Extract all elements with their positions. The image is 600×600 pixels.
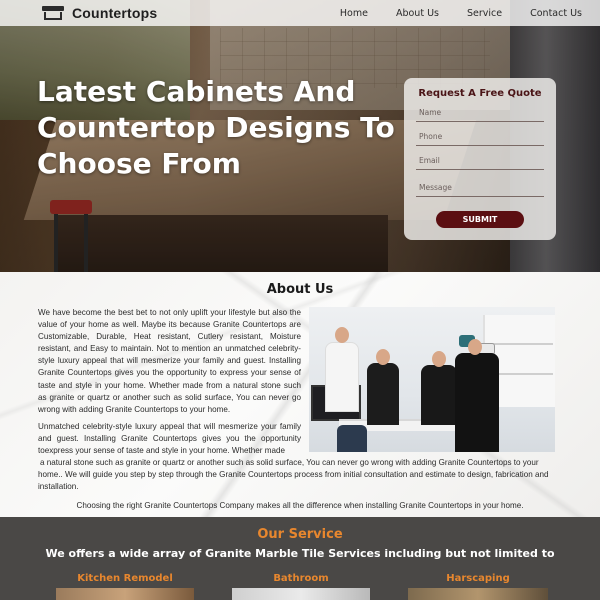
service-card-bathroom[interactable]: Bathroom <box>232 573 370 584</box>
hero-title: Latest Cabinets And Countertop Designs T… <box>37 75 395 180</box>
team-photo <box>309 307 555 452</box>
person-image <box>367 363 399 425</box>
person-head <box>468 339 482 355</box>
about-closing-text: Choosing the right Granite Countertops C… <box>76 501 524 510</box>
top-navbar: Countertops Home About Us Service Contac… <box>0 0 600 26</box>
nav-menu: Home About Us Service Contact Us <box>326 0 582 26</box>
person-head <box>432 351 446 367</box>
person-head <box>376 349 390 365</box>
nav-link-contact-us[interactable]: Contact Us <box>516 8 582 19</box>
nav-link-home[interactable]: Home <box>326 8 382 19</box>
person-image <box>325 342 359 412</box>
about-paragraph: Unmatched celebrity-style luxury appeal … <box>38 422 301 456</box>
about-paragraph: We have become the best bet to not only … <box>38 308 301 414</box>
service-section: Our Service We offers a wide array of Gr… <box>0 517 600 600</box>
name-field[interactable]: Name <box>416 107 544 122</box>
about-heading: About Us <box>266 282 334 297</box>
countertop-logo-icon <box>40 4 66 22</box>
logo-text: Countertops <box>72 5 158 21</box>
nav-link-about-us[interactable]: About Us <box>382 8 453 19</box>
service-subheading: We offers a wide array of Granite Marble… <box>45 547 555 560</box>
message-field[interactable]: Message <box>416 182 544 197</box>
nav-link-service[interactable]: Service <box>453 8 516 19</box>
bathroom-thumbnail[interactable] <box>232 588 370 600</box>
quote-form-heading: Request A Free Quote <box>418 88 542 99</box>
person-image <box>455 353 499 452</box>
service-card-harscaping[interactable]: Harscaping <box>408 573 548 584</box>
quote-form: Request A Free Quote Name Phone Email Me… <box>404 78 556 240</box>
chair-image <box>337 425 367 452</box>
person-head <box>335 327 349 343</box>
email-field[interactable]: Email <box>416 155 544 170</box>
service-card-kitchen-remodel[interactable]: Kitchen Remodel <box>56 573 194 584</box>
person-image <box>421 365 457 425</box>
submit-button[interactable]: SUBMIT <box>436 211 524 228</box>
service-heading: Our Service <box>257 527 343 542</box>
about-paragraph: a natural stone such as granite or quart… <box>38 458 549 492</box>
harscaping-thumbnail[interactable] <box>408 588 548 600</box>
kitchen-remodel-thumbnail[interactable] <box>56 588 194 600</box>
about-section: About Us We have become the best bet to … <box>0 272 600 517</box>
logo[interactable]: Countertops <box>40 4 157 22</box>
phone-field[interactable]: Phone <box>416 131 544 146</box>
